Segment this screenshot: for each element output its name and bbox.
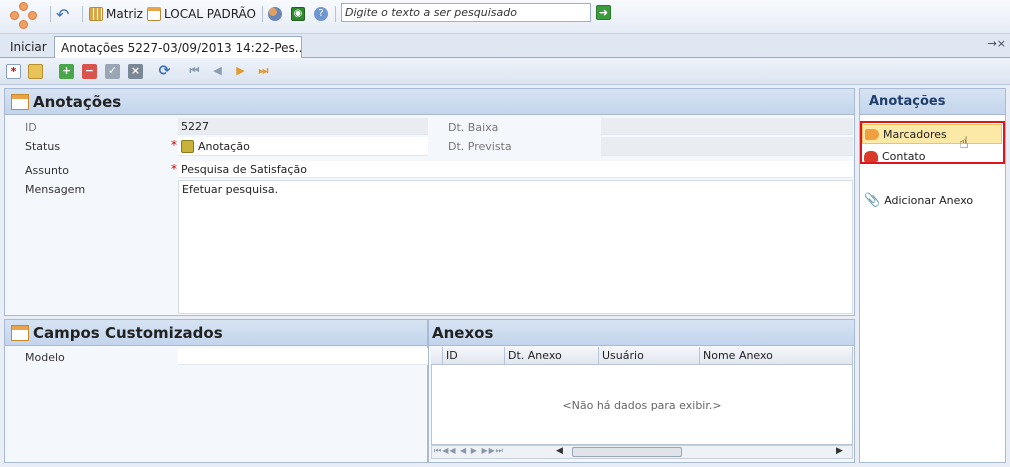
- next-record-button[interactable]: ▶: [233, 64, 248, 79]
- col-usuario[interactable]: Usuário: [599, 347, 700, 365]
- mensagem-field[interactable]: Efetuar pesquisa.: [178, 180, 853, 314]
- modelo-label: Modelo: [25, 351, 65, 364]
- company-label: Matriz: [106, 7, 143, 21]
- required-mark: *: [171, 162, 177, 176]
- last-record-button[interactable]: ⏭: [256, 64, 271, 79]
- assunto-label: Assunto: [25, 164, 69, 177]
- paperclip-icon: 📎: [864, 192, 881, 208]
- help-button[interactable]: ?: [314, 5, 328, 23]
- undo-button[interactable]: ↶: [56, 4, 70, 24]
- company-button[interactable]: Matriz: [89, 5, 143, 23]
- assunto-field[interactable]: Pesquisa de Satisfação: [178, 161, 853, 178]
- side-panel-title: Anotações: [860, 89, 1005, 115]
- tab-bar: Iniciar Anotações 5227-03/09/2013 14:22-…: [0, 34, 1010, 58]
- search-input[interactable]: [341, 3, 591, 22]
- id-label: ID: [25, 121, 37, 134]
- grid-footer: ⏮◀◀ ◀ ▶ ▶▶⏭ ◀ ▶: [431, 445, 853, 459]
- empty-grid-text: <Não há dados para exibir.>: [562, 399, 722, 412]
- remove-button[interactable]: −: [82, 64, 97, 79]
- refresh-button[interactable]: ⟳: [157, 64, 172, 79]
- calendar-icon: [147, 7, 161, 21]
- first-record-button[interactable]: ⏮: [187, 64, 202, 79]
- col-dt-anexo[interactable]: Dt. Anexo: [505, 347, 599, 365]
- side-item-label: Adicionar Anexo: [884, 193, 974, 207]
- status-icon: [181, 139, 194, 153]
- custom-fields-panel: Campos Customizados: [4, 319, 428, 463]
- cancel-button[interactable]: ×: [128, 64, 143, 79]
- status-value: Anotação: [198, 139, 250, 153]
- panel-title: Anotações: [33, 92, 122, 111]
- dt-baixa-label: Dt. Baixa: [448, 121, 499, 134]
- custom-fields-header: Campos Customizados: [5, 320, 427, 346]
- prev-record-button[interactable]: ◀: [210, 64, 225, 79]
- status-field[interactable]: Anotação: [178, 137, 428, 156]
- confirm-button[interactable]: ✓: [105, 64, 120, 79]
- id-field: 5227: [178, 118, 428, 135]
- pin-icon[interactable]: →×: [988, 37, 1006, 50]
- users-button[interactable]: [268, 5, 282, 23]
- new-window-button[interactable]: *: [6, 64, 21, 79]
- record-toolbar: * + − ✓ × ⟳ ⏮ ◀ ▶ ⏭: [0, 58, 1010, 85]
- annotation-panel-header: Anotações: [5, 89, 854, 115]
- required-mark: *: [171, 138, 177, 152]
- status-label: Status: [25, 140, 61, 153]
- attachments-header: Anexos: [429, 320, 854, 346]
- side-item-adicionar-anexo[interactable]: 📎 Adicionar Anexo: [862, 190, 1002, 210]
- col-id[interactable]: ID: [443, 347, 505, 365]
- top-toolbar: ↶ Matriz LOCAL PADRÃO ◉ ? ➜: [0, 0, 1010, 34]
- grid-icon: [89, 7, 103, 21]
- search-go-button[interactable]: ➜: [596, 5, 611, 20]
- help-icon: ?: [314, 7, 328, 21]
- lock-icon[interactable]: [28, 64, 43, 79]
- dt-prevista-label: Dt. Prevista: [448, 140, 512, 153]
- attachments-title: Anexos: [432, 323, 494, 342]
- highlight-box: [860, 121, 1005, 164]
- dt-baixa-field[interactable]: [601, 118, 853, 135]
- table-icon: [11, 93, 29, 110]
- users-icon: [268, 7, 282, 21]
- view-button[interactable]: ◉: [291, 5, 305, 23]
- scroll-right-icon[interactable]: ▶: [836, 446, 843, 456]
- modelo-field[interactable]: [178, 348, 428, 365]
- tab-home[interactable]: Iniciar: [4, 36, 53, 58]
- undo-icon: ↶: [56, 4, 70, 24]
- dt-prevista-field[interactable]: [601, 137, 853, 156]
- add-button[interactable]: +: [59, 64, 74, 79]
- scroll-left-icon[interactable]: ◀: [556, 446, 563, 456]
- mensagem-label: Mensagem: [25, 183, 86, 196]
- tab-annotation[interactable]: Anotações 5227-03/09/2013 14:22-Pes...: [54, 36, 302, 58]
- location-label: LOCAL PADRÃO: [164, 7, 257, 21]
- location-button[interactable]: LOCAL PADRÃO: [147, 5, 256, 23]
- grid-select-column[interactable]: [431, 347, 443, 365]
- pager-controls[interactable]: ⏮◀◀ ◀ ▶ ▶▶⏭: [434, 446, 504, 456]
- custom-fields-title: Campos Customizados: [33, 323, 223, 342]
- eye-icon: ◉: [291, 7, 305, 21]
- horizontal-scrollbar-thumb[interactable]: [572, 447, 682, 457]
- app-logo-icon[interactable]: [8, 2, 40, 36]
- col-nome-anexo[interactable]: Nome Anexo: [700, 347, 853, 365]
- table-icon: [11, 324, 29, 341]
